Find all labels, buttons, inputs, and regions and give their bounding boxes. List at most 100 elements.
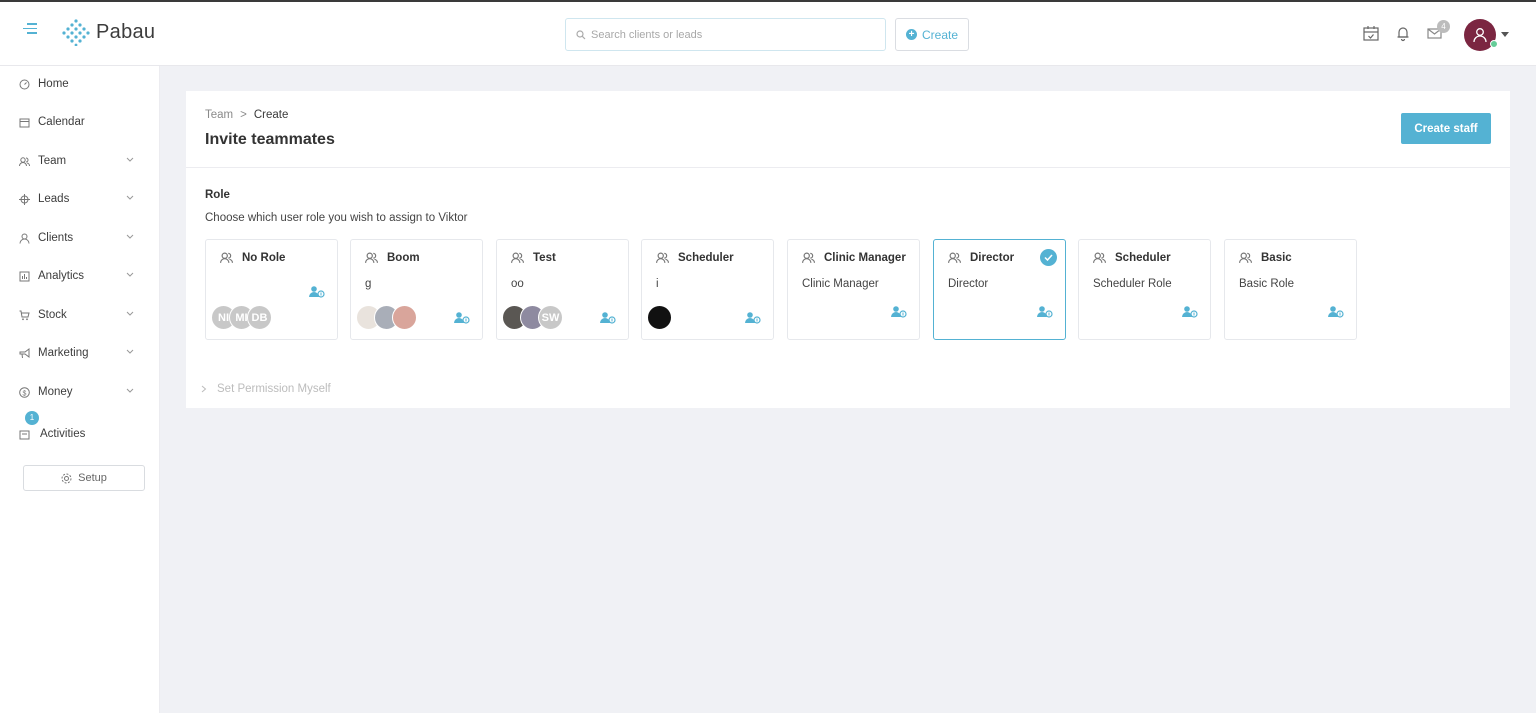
caret-down-icon[interactable] [1501,32,1509,37]
role-card-scheduler-role[interactable]: Scheduler Scheduler Role [1078,239,1211,340]
breadcrumb-team-link[interactable]: Team [205,109,233,121]
set-permission-label: Set Permission Myself [217,383,331,395]
add-member-icon[interactable] [1037,305,1053,319]
team-icon [19,156,30,166]
role-description: Choose which user role you wish to assig… [205,212,468,224]
sidebar-item-clients[interactable]: Clients [0,223,160,253]
search-icon [576,29,586,39]
add-member-icon[interactable] [309,285,325,299]
role-description: Scheduler Role [1093,278,1172,290]
add-member-icon[interactable] [891,305,907,319]
chart-icon [19,271,30,281]
sidebar-item-stock[interactable]: Stock [0,300,160,330]
dashboard-icon [19,79,30,89]
role-name: Director [970,251,1015,264]
sidebar-item-label: Analytics [38,270,85,282]
chevron-down-icon [126,388,134,393]
search-box[interactable] [565,18,886,51]
add-member-icon[interactable] [454,311,470,325]
sidebar-item-label: Home [38,78,69,90]
role-card-no-role[interactable]: No Role NI MI DB [205,239,338,340]
calendar-icon [19,118,30,127]
sidebar-item-money[interactable]: $ Money [0,377,160,407]
team-icon [1239,252,1252,263]
chevron-down-icon [126,272,134,277]
role-members [647,305,672,330]
create-staff-button[interactable]: Create staff [1401,113,1491,144]
chevron-down-icon [126,195,134,200]
logo[interactable]: Pabau [62,18,155,46]
invite-card: Team > Create Invite teammates Create st… [186,91,1510,408]
app-name: Pabau [96,20,156,43]
search-input[interactable] [591,28,871,41]
role-description: oo [511,278,524,290]
role-name: Scheduler [678,251,734,264]
calendar-check-icon[interactable] [1362,24,1382,44]
sidebar-item-calendar[interactable]: Calendar [0,107,160,137]
sidebar-item-activities[interactable]: 1 Activities [0,411,160,449]
sidebar-item-marketing[interactable]: Marketing [0,338,160,368]
chevron-down-icon [126,349,134,354]
sidebar-item-label: Marketing [38,347,89,359]
create-button-label: Create [921,27,959,42]
sidebar-item-leads[interactable]: Leads [0,184,160,214]
menu-toggle-icon[interactable] [23,23,37,37]
role-card-director[interactable]: Director Director [933,239,1066,340]
member-avatar: DB [247,305,272,330]
role-members: NI MI DB [211,305,272,330]
setup-label: Setup [78,472,107,484]
sidebar-item-label: Money [38,386,73,398]
role-name: Boom [387,251,420,264]
role-card-test[interactable]: Test oo SW [496,239,629,340]
add-member-icon[interactable] [1328,305,1344,319]
breadcrumb-separator: > [240,109,247,121]
chevron-down-icon [126,157,134,162]
divider [186,167,1510,168]
role-card-scheduler[interactable]: Scheduler i [641,239,774,340]
megaphone-icon [19,347,30,358]
add-member-icon[interactable] [1182,305,1198,319]
add-member-icon[interactable] [745,311,761,325]
sidebar-item-label: Clients [38,232,74,244]
mail-count-badge: 4 [1437,20,1450,33]
mail-icon[interactable]: 4 [1426,20,1450,44]
activities-icon [19,430,30,439]
sidebar-item-label: Calendar [38,116,85,128]
plus-circle-icon: + [905,29,917,40]
sidebar-item-home[interactable]: Home [0,69,160,99]
role-name: Basic [1261,251,1292,264]
team-icon [802,252,815,263]
role-name: Scheduler [1115,251,1171,264]
role-card-boom[interactable]: Boom g [350,239,483,340]
role-name: Test [533,251,556,264]
check-icon [1040,249,1057,266]
cart-icon [19,310,30,320]
member-avatar [647,305,672,330]
setup-button[interactable]: Setup [23,465,145,491]
role-description: g [365,278,372,290]
user-icon [19,233,30,244]
team-icon [220,252,233,263]
user-icon [1473,28,1487,43]
chevron-down-icon [126,311,134,316]
role-description: Basic Role [1239,278,1294,290]
role-description: Director [948,278,989,290]
member-avatar [392,305,417,330]
create-button[interactable]: + Create [895,18,969,51]
role-card-clinic-manager[interactable]: Clinic Manager Clinic Manager [787,239,920,340]
bell-icon[interactable] [1394,24,1414,44]
role-members [356,305,417,330]
add-member-icon[interactable] [600,311,616,325]
sidebar: Home Calendar Team Leads Clients Analyti… [0,66,160,713]
sidebar-item-analytics[interactable]: Analytics [0,261,160,291]
set-permission-toggle[interactable]: Set Permission Myself [201,383,331,395]
sidebar-item-label: Stock [38,309,67,321]
role-description: i [656,278,659,290]
breadcrumb: Team > Create [205,109,288,121]
online-status-dot [1490,40,1498,48]
chevron-right-icon [201,385,207,393]
svg-text:$: $ [23,390,27,397]
team-icon [948,252,961,263]
sidebar-item-team[interactable]: Team [0,146,160,176]
role-card-basic[interactable]: Basic Basic Role [1224,239,1357,340]
